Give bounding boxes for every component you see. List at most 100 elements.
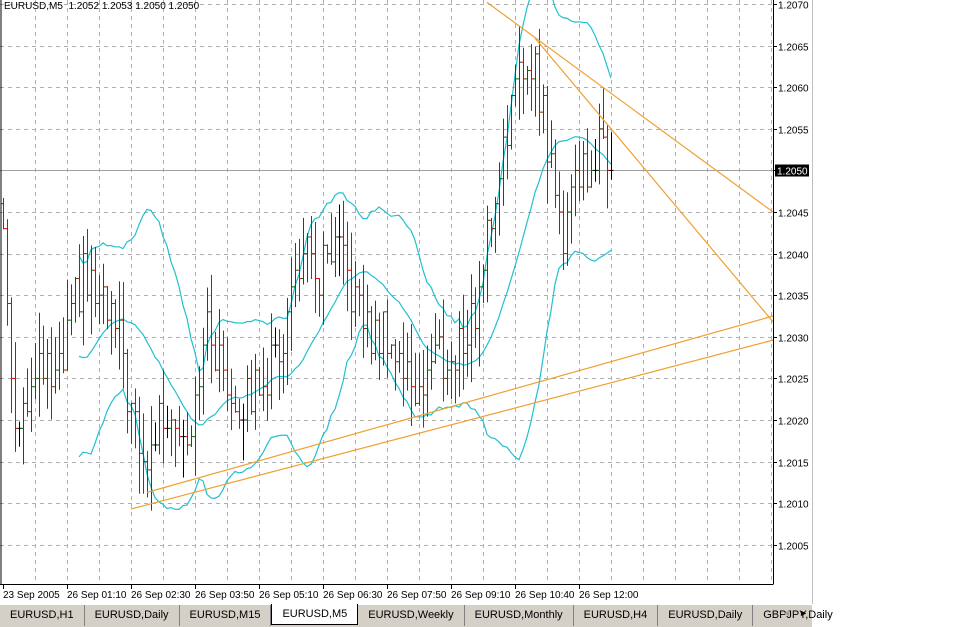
price-bar [49, 327, 54, 420]
price-bar [57, 321, 62, 390]
tab-eurusd-daily[interactable]: EURUSD,Daily [85, 605, 180, 626]
price-bar [481, 264, 486, 304]
price-bar [433, 313, 438, 364]
price-bar [465, 309, 470, 377]
time-tick-label: 26 Sep 05:10 [259, 590, 319, 601]
price-bar [121, 282, 126, 389]
price-bar [89, 245, 94, 335]
price-bar [5, 219, 10, 326]
price-bar [1, 197, 6, 230]
price-bar [233, 385, 238, 413]
price-bar [261, 347, 266, 412]
price-bar [345, 221, 350, 312]
price-bar [461, 294, 466, 390]
price-tick-label: 1.2020 [778, 417, 809, 428]
price-bar [69, 284, 74, 336]
time-tick-label: 23 Sep 2005 [3, 590, 60, 601]
tab-eurusd-m15[interactable]: EURUSD,M15 [180, 605, 272, 626]
price-bar [45, 338, 50, 409]
price-bar [589, 150, 594, 188]
price-bar [321, 231, 326, 325]
price-bar [605, 125, 610, 209]
price-bar [297, 238, 302, 302]
tab-eurusd-h1[interactable]: EURUSD,H1 [0, 605, 85, 626]
price-bar [609, 132, 614, 180]
price-axis[interactable]: 1.2070 1.2065 1.2060 1.2055 1.2050 1.2045 1.20… [773, 1, 809, 553]
price-bar [281, 334, 286, 394]
price-bar [517, 26, 522, 120]
price-bar [293, 243, 298, 308]
price-bar [189, 425, 194, 448]
grid [0, 0, 773, 584]
price-bar [357, 278, 362, 317]
price-bar [549, 120, 554, 168]
price-bar [541, 84, 546, 134]
price-bar [397, 340, 402, 373]
price-bar [437, 319, 442, 350]
tab-eurusd-monthly[interactable]: EURUSD,Monthly [465, 605, 574, 626]
price-bar [161, 369, 166, 464]
tab-eurusd-m5[interactable]: EURUSD,M5 [271, 604, 359, 625]
price-bar [273, 327, 278, 358]
scroll-right-icon[interactable]: ► [799, 608, 808, 618]
price-bar [257, 367, 262, 397]
price-bar [529, 44, 534, 111]
price-bar [473, 287, 478, 349]
price-bar [441, 299, 446, 402]
current-price-label: 1.2050 [777, 167, 808, 178]
price-bar [585, 128, 590, 193]
price-bar [353, 261, 358, 327]
price-bar [349, 232, 354, 340]
price-bar [413, 352, 418, 407]
price-bar [21, 387, 26, 465]
trendline[interactable] [486, 1, 774, 213]
price-bar [145, 450, 150, 498]
price-bar [533, 46, 538, 117]
price-bar [237, 398, 242, 429]
price-bar [149, 406, 154, 511]
chart-tabs: EURUSD,H1 EURUSD,Daily EURUSD,M15 EURUSD… [0, 604, 833, 627]
price-bar [245, 365, 250, 433]
price-bar [77, 244, 82, 317]
price-bar [141, 413, 146, 494]
price-bar [269, 313, 274, 410]
price-tick-label: 1.2040 [778, 251, 809, 262]
trendline[interactable] [534, 37, 774, 323]
price-bar [193, 376, 198, 476]
price-bar [477, 261, 482, 367]
tab-eurusd-daily-2[interactable]: EURUSD,Daily [658, 605, 754, 626]
price-bar [561, 190, 566, 270]
price-bar [133, 388, 138, 449]
price-bar [97, 275, 102, 325]
price-bar [221, 330, 226, 392]
price-bar [13, 342, 18, 452]
price-bar [405, 332, 410, 391]
price-bar [333, 216, 338, 278]
price-bar [185, 412, 190, 456]
price-bar [17, 421, 22, 447]
price-chart[interactable]: 1.2070 1.2065 1.2060 1.2055 1.2050 1.2045 1.20… [0, 0, 961, 604]
scroll-left-icon[interactable]: ◄ [782, 608, 791, 618]
price-bar [209, 274, 214, 384]
time-axis[interactable]: 23 Sep 2005 26 Sep 01:10 26 Sep 02:30 26 Se… [3, 584, 639, 601]
price-tick-label: 1.2005 [778, 542, 809, 553]
price-bar [61, 317, 66, 374]
price-bar [485, 205, 490, 303]
price-bar [157, 395, 162, 455]
price-bar [389, 344, 394, 359]
price-bar [65, 279, 70, 371]
price-bar [41, 325, 46, 385]
price-bar [409, 323, 414, 427]
tab-eurusd-weekly[interactable]: EURUSD,Weekly [358, 605, 465, 626]
price-bar [317, 278, 322, 317]
price-bar [445, 349, 450, 396]
price-bar [53, 337, 58, 394]
tab-eurusd-h4[interactable]: EURUSD,H4 [574, 605, 659, 626]
price-bar [33, 343, 38, 400]
price-bar [429, 333, 434, 390]
price-bar [361, 264, 366, 358]
time-tick-label: 26 Sep 01:10 [67, 590, 127, 601]
time-tick-label: 26 Sep 09:10 [451, 590, 511, 601]
ohlc-values: 1.2052 1.2053 1.2050 1.2050 [68, 1, 200, 12]
price-bar [37, 312, 42, 417]
